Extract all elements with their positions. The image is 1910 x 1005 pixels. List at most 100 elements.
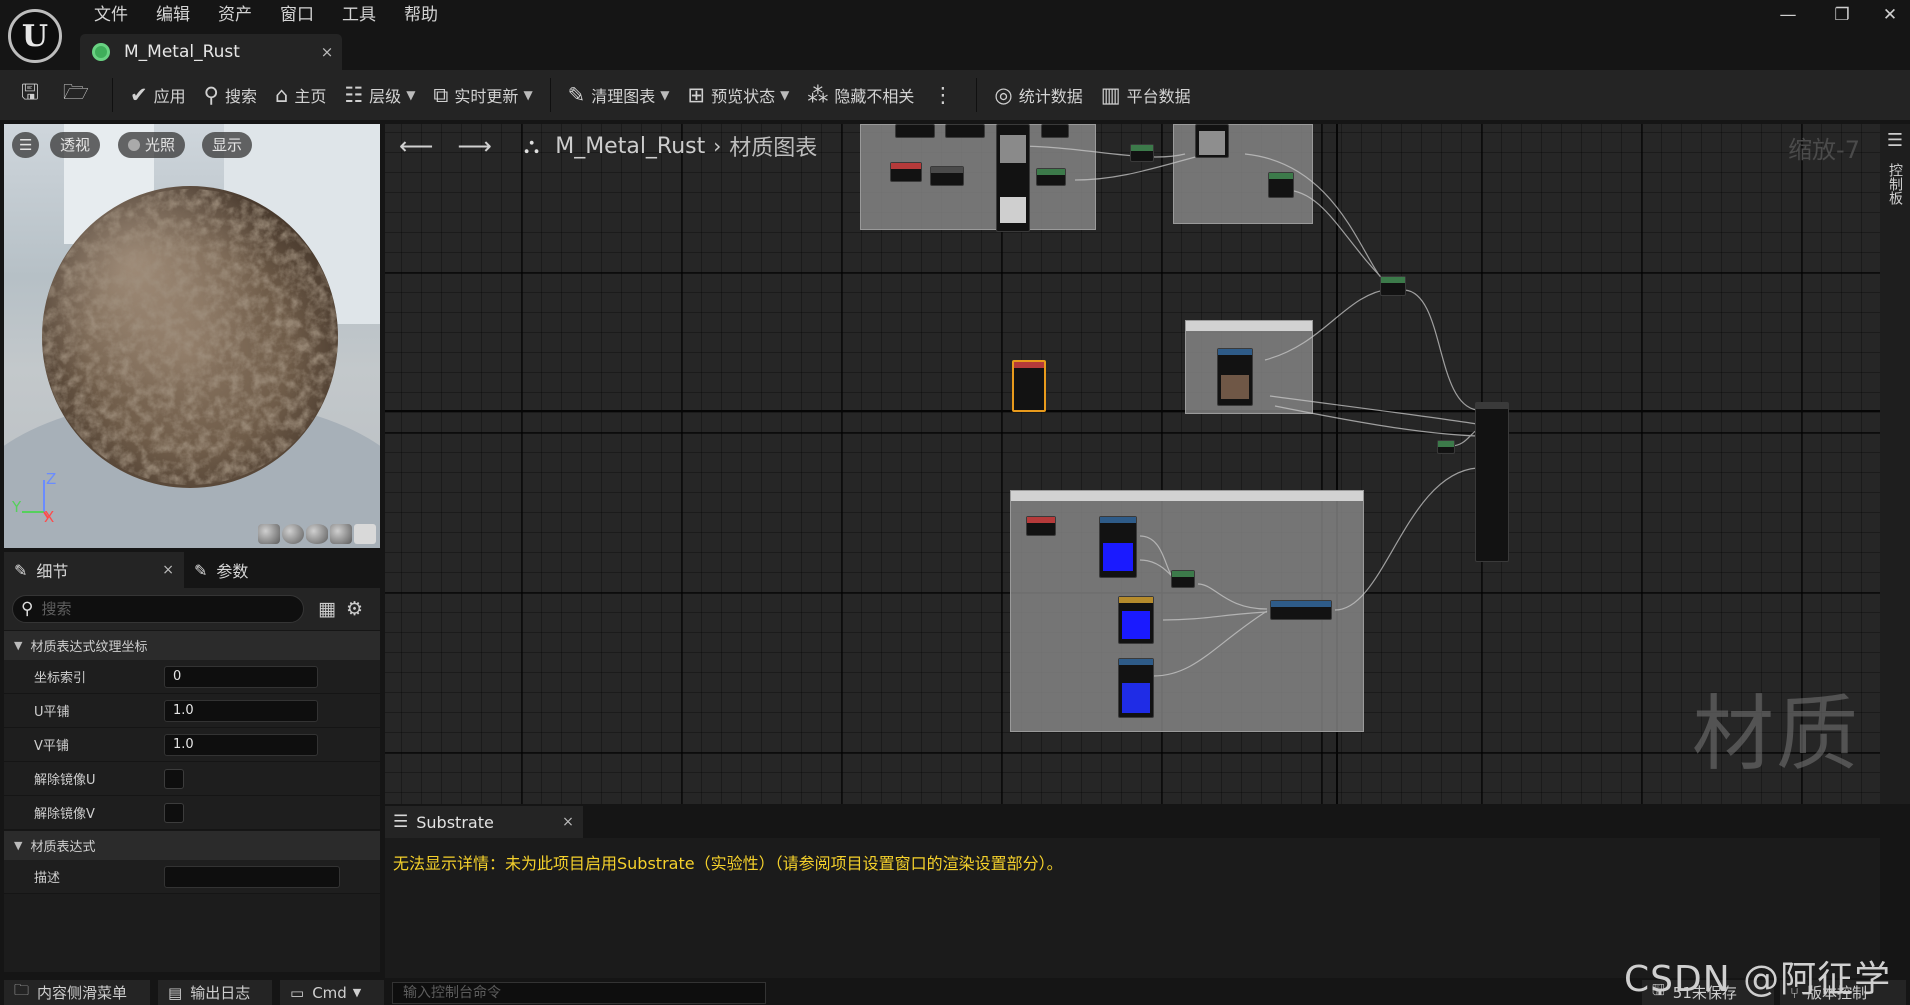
- texture-sample-node[interactable]: [1099, 516, 1137, 578]
- tab-substrate[interactable]: ☰ Substrate ×: [385, 806, 583, 838]
- preview-state-button[interactable]: ⊞ 预览状态 ▼: [679, 76, 799, 114]
- search-button[interactable]: ⚲ 搜索: [195, 76, 266, 114]
- cmd-dropdown[interactable]: ▭ Cmd ▼: [280, 980, 384, 1005]
- graph-node[interactable]: [1437, 440, 1455, 454]
- sphere-preview-icon[interactable]: [282, 524, 304, 544]
- texcoord-node-selected[interactable]: [1012, 360, 1046, 412]
- graph-node[interactable]: [945, 124, 985, 138]
- apply-button[interactable]: ✔ 应用: [121, 76, 195, 114]
- un-mirror-v-checkbox[interactable]: [164, 802, 184, 823]
- clean-graph-button[interactable]: ✎ 清理图表 ▼: [559, 76, 679, 114]
- live-update-button[interactable]: ⧉ 实时更新 ▼: [424, 76, 541, 114]
- palette-side-panel[interactable]: ☰ 控制板: [1880, 124, 1910, 804]
- graph-node[interactable]: [930, 166, 964, 186]
- material-output-node[interactable]: [1475, 402, 1509, 562]
- table-view-icon[interactable]: ▦: [318, 598, 336, 620]
- section-texcoord-header[interactable]: ▼ 材质表达式纹理坐标: [4, 630, 380, 660]
- graph-node[interactable]: [890, 162, 922, 182]
- section-expression-header[interactable]: ▼ 材质表达式: [4, 830, 380, 860]
- save-button[interactable]: 🖫: [12, 76, 54, 114]
- coordinate-index-input[interactable]: [164, 665, 318, 688]
- minimize-button[interactable]: —: [1768, 2, 1808, 28]
- stats-button[interactable]: ◎ 统计数据: [985, 76, 1091, 114]
- tab-details[interactable]: ✎ 细节 ×: [4, 552, 184, 588]
- menu-file[interactable]: 文件: [80, 0, 142, 30]
- breadcrumb-graph: 材质图表: [729, 136, 818, 161]
- live-update-icon: ⧉: [433, 82, 449, 107]
- v-tiling-input[interactable]: [164, 733, 318, 756]
- content-drawer-button[interactable]: 🗀 内容侧滑菜单: [4, 980, 150, 1005]
- graph-node[interactable]: [1380, 276, 1406, 296]
- menu-window[interactable]: 窗口: [266, 0, 328, 30]
- texture-thumbnail: [1000, 197, 1026, 223]
- texture-sample-node[interactable]: [1118, 658, 1154, 718]
- toolbar: 🖫 🗁 ✔ 应用 ⚲ 搜索 ⌂ 主页 ☷ 层级 ▼ ⧉ 实时更新 ▼ ✎ 清理图表 ▼ ⊞ 预览状态…: [0, 70, 1910, 120]
- document-tab[interactable]: M_Metal_Rust ×: [80, 34, 342, 70]
- u-tiling-input[interactable]: [164, 699, 318, 722]
- platform-stats-icon: ▥: [1100, 83, 1121, 107]
- browse-button[interactable]: 🗁: [54, 76, 104, 114]
- back-arrow-icon[interactable]: ⟵: [399, 132, 433, 160]
- texture-sample-node[interactable]: [1118, 596, 1154, 644]
- console-command-input[interactable]: [392, 982, 766, 1004]
- material-preview-viewport[interactable]: ☰ 透视 光照 显示 Z Y X: [4, 124, 380, 548]
- texture-sample-node[interactable]: [1217, 348, 1253, 406]
- graph-node[interactable]: [1036, 168, 1066, 186]
- texture-thumbnail: [1000, 135, 1026, 163]
- menu-edit[interactable]: 编辑: [142, 0, 204, 30]
- preview-state-icon: ⊞: [687, 83, 706, 107]
- lit-button[interactable]: 光照: [118, 132, 186, 158]
- list-icon[interactable]: ☰: [1880, 130, 1910, 151]
- graph-node[interactable]: [895, 124, 935, 138]
- document-tab-label: M_Metal_Rust: [124, 42, 240, 62]
- show-button[interactable]: 显示: [202, 132, 253, 158]
- list-icon: ☰: [393, 812, 409, 832]
- graph-node[interactable]: [1026, 516, 1056, 536]
- un-mirror-u-checkbox[interactable]: [164, 768, 184, 789]
- graph-icon: ⛬: [523, 133, 540, 159]
- forward-arrow-icon[interactable]: ⟶: [457, 132, 491, 160]
- graph-node[interactable]: [1041, 124, 1069, 138]
- close-icon[interactable]: ×: [553, 814, 583, 830]
- perspective-button[interactable]: 透视: [50, 132, 101, 158]
- output-log-button[interactable]: ▤ 输出日志: [158, 980, 272, 1005]
- texture-sample-node[interactable]: [996, 124, 1030, 232]
- breadcrumb-asset[interactable]: M_Metal_Rust: [555, 134, 705, 159]
- description-input[interactable]: [164, 865, 340, 888]
- details-search-input[interactable]: [41, 600, 282, 618]
- hide-unrelated-button[interactable]: ⁂ 隐藏不相关: [798, 76, 923, 114]
- restore-button[interactable]: ❐: [1822, 2, 1862, 28]
- texture-sample-node[interactable]: [1195, 124, 1229, 158]
- tab-parameters[interactable]: ✎ 参数: [184, 552, 258, 588]
- unreal-logo-icon[interactable]: U: [8, 9, 62, 63]
- palette-tab-label[interactable]: 控制板: [1885, 163, 1905, 205]
- more-options-button[interactable]: ⋮: [923, 76, 968, 114]
- teapot-preview-icon[interactable]: [354, 524, 376, 544]
- viewport-menu-button[interactable]: ☰: [12, 132, 40, 158]
- platform-stats-button[interactable]: ▥ 平台数据: [1092, 76, 1200, 114]
- material-graph[interactable]: ⟵ ⟶ ⛬ M_Metal_Rust › 材质图表 缩放-7 材质: [385, 124, 1880, 804]
- prop-label: V平铺: [34, 739, 69, 754]
- cylinder-preview-icon[interactable]: [258, 524, 280, 544]
- hierarchy-button[interactable]: ☷ 层级 ▼: [335, 76, 424, 114]
- graph-node[interactable]: [1130, 144, 1154, 162]
- menu-tools[interactable]: 工具: [328, 0, 390, 30]
- window-close-button[interactable]: ✕: [1870, 2, 1910, 28]
- graph-node[interactable]: [1171, 570, 1195, 588]
- texture-thumbnail: [1122, 683, 1150, 713]
- menu-bar: 文件 编辑 资产 窗口 工具 帮助: [80, 0, 452, 30]
- zoom-level: 缩放-7: [1788, 136, 1860, 164]
- clean-graph-label: 清理图表: [591, 87, 656, 106]
- plane-preview-icon[interactable]: [306, 524, 328, 544]
- cube-preview-icon[interactable]: [330, 524, 352, 544]
- graph-node[interactable]: [1270, 600, 1332, 620]
- gear-icon[interactable]: ⚙: [346, 598, 363, 620]
- menu-help[interactable]: 帮助: [390, 0, 452, 30]
- menu-asset[interactable]: 资产: [204, 0, 266, 30]
- content-drawer-label: 内容侧滑菜单: [37, 984, 128, 1002]
- graph-node[interactable]: [1268, 172, 1294, 198]
- close-icon[interactable]: ×: [312, 43, 342, 61]
- pencil-icon: ✎: [14, 560, 28, 580]
- home-button[interactable]: ⌂ 主页: [266, 76, 335, 114]
- close-icon[interactable]: ×: [162, 562, 174, 578]
